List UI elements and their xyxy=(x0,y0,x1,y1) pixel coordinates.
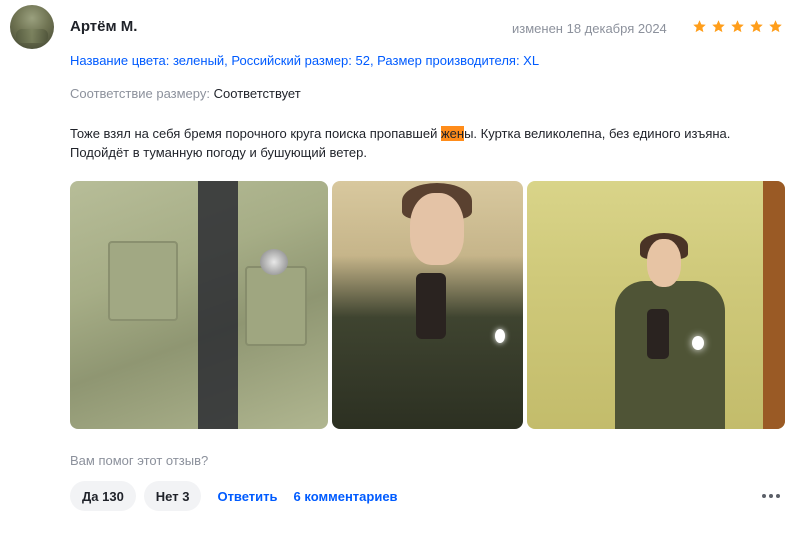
photo-jacket-closeup[interactable] xyxy=(70,181,328,429)
avatar[interactable] xyxy=(10,5,54,49)
no-button[interactable]: Нет 3 xyxy=(143,481,202,511)
review-actions: Да 130 Нет 3 Ответить 6 комментариев xyxy=(70,481,398,511)
star-icon xyxy=(731,20,744,33)
photo-mirror-selfie-2[interactable] xyxy=(527,181,785,429)
star-icon xyxy=(693,20,706,33)
review-text-start: Тоже взял на себя бремя порочного круга … xyxy=(70,126,441,141)
search-highlight: жен xyxy=(440,126,465,141)
reply-link[interactable]: Ответить xyxy=(217,489,277,504)
review-text: Тоже взял на себя бремя порочного круга … xyxy=(70,124,790,162)
size-fit-label: Соответствие размеру: xyxy=(70,86,210,101)
star-icon xyxy=(750,20,763,33)
photo-mirror-selfie-1[interactable] xyxy=(332,181,523,429)
yes-button[interactable]: Да 130 xyxy=(70,481,136,511)
author-name[interactable]: Артём М. xyxy=(70,18,137,35)
size-fit: Соответствие размеру: Соответствует xyxy=(70,86,301,101)
review-date: изменен 18 декабря 2024 xyxy=(512,21,667,36)
size-fit-value: Соответствует xyxy=(213,86,301,101)
variant-info[interactable]: Название цвета: зеленый, Российский разм… xyxy=(70,53,539,68)
rating-stars xyxy=(692,19,783,34)
comments-link[interactable]: 6 комментариев xyxy=(294,489,398,504)
helpful-question: Вам помог этот отзыв? xyxy=(70,453,209,468)
star-icon xyxy=(712,20,725,33)
star-icon xyxy=(769,20,782,33)
more-dots-icon[interactable] xyxy=(759,486,783,506)
